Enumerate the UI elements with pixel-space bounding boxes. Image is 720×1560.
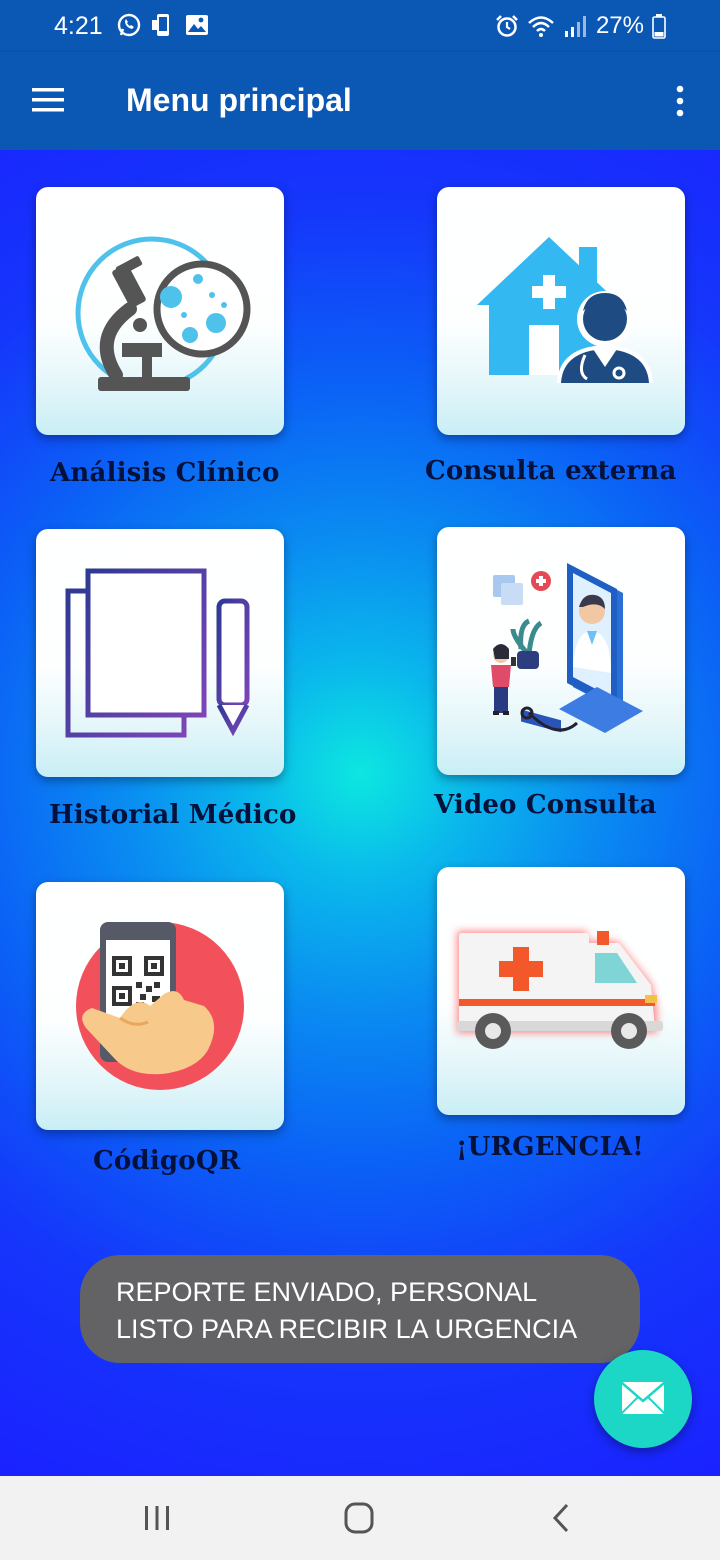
battery-percent: 27% <box>595 12 644 39</box>
whatsapp-icon <box>117 13 141 37</box>
video-call-doctor-icon <box>491 563 643 733</box>
tile-label-consulta-externa: Consulta externa <box>425 456 677 486</box>
tile-consulta-externa[interactable] <box>437 187 685 435</box>
tile-label-analisis-clinico: Análisis Clínico <box>50 458 280 488</box>
app-bar: Menu principal <box>0 52 720 150</box>
envelope-icon <box>621 1382 665 1414</box>
battery-icon <box>652 14 666 39</box>
signal-icon <box>564 16 586 37</box>
wifi-icon <box>528 16 554 37</box>
tile-label-urgencia: ¡URGENCIA! <box>456 1132 644 1162</box>
page-title: Menu principal <box>126 82 352 118</box>
message-fab-button[interactable] <box>594 1350 692 1448</box>
status-bar: 4:21 27% <box>0 0 720 52</box>
status-time: 4:21 <box>54 12 103 40</box>
ambulance-icon <box>457 931 663 1049</box>
tile-urgencia[interactable] <box>437 867 685 1115</box>
house-doctor-icon <box>477 237 653 383</box>
back-icon[interactable] <box>541 1502 581 1534</box>
phone-sync-icon <box>152 14 169 36</box>
tile-analisis-clinico[interactable] <box>36 187 284 435</box>
tile-codigo-qr[interactable] <box>36 882 284 1130</box>
document-pencil-icon <box>65 568 250 738</box>
hamburger-menu-icon[interactable] <box>30 85 66 115</box>
tile-label-historial-medico: Historial Médico <box>49 800 297 830</box>
qr-phone-icon <box>76 922 244 1090</box>
home-icon[interactable] <box>339 1502 379 1534</box>
tile-label-codigo-qr: CódigoQR <box>93 1146 241 1176</box>
image-icon <box>186 15 208 35</box>
toast-message: REPORTE ENVIADO, PERSONAL LISTO PARA REC… <box>80 1255 640 1363</box>
tile-label-video-consulta: Video Consulta <box>434 790 657 820</box>
recent-apps-icon[interactable] <box>137 1502 177 1534</box>
system-navigation-bar <box>0 1476 720 1560</box>
tile-video-consulta[interactable] <box>437 527 685 775</box>
tile-historial-medico[interactable] <box>36 529 284 777</box>
more-options-icon[interactable] <box>666 84 694 118</box>
microscope-icon <box>75 236 251 391</box>
main-menu-grid: Análisis Clínico Consulta externa Histor… <box>0 150 720 1476</box>
alarm-icon <box>496 15 518 37</box>
